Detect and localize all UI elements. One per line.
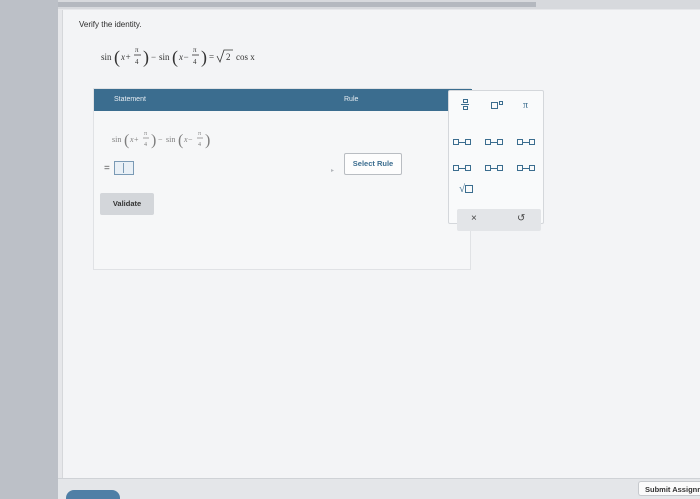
- relation-key-3[interactable]: [517, 137, 535, 146]
- eq-pi-a: π: [135, 46, 139, 54]
- stmt-paren-open-b: (: [178, 132, 183, 149]
- rule-header: Rule: [344, 96, 359, 103]
- stmt-arg-b: x−: [183, 135, 193, 144]
- top-progress-bar: [58, 0, 700, 9]
- exponent-key[interactable]: [491, 101, 503, 110]
- statement-answer-input[interactable]: [114, 161, 134, 175]
- validate-button[interactable]: Validate: [100, 193, 154, 215]
- stmt-arg-a: x+: [129, 135, 139, 144]
- relation-key-2[interactable]: [485, 137, 503, 146]
- stmt-four-b: 4: [198, 142, 201, 148]
- math-keypad: π √ × ↺: [448, 90, 544, 231]
- stmt-minus: −: [158, 135, 163, 144]
- stmt-four-a: 4: [144, 142, 147, 148]
- eq-sin-a: sin: [101, 52, 112, 62]
- progress-fill: [58, 2, 536, 7]
- stmt-pi-b: π: [198, 131, 201, 137]
- footer-bar: Submit Assignment: [58, 478, 700, 499]
- eq-equals: =: [209, 52, 214, 62]
- stmt-paren-close-b: ): [205, 132, 210, 149]
- relation-key-4[interactable]: [453, 163, 471, 172]
- clear-icon[interactable]: ×: [471, 213, 477, 224]
- eq-minus: −: [151, 52, 156, 62]
- eq-paren-close-b: ): [201, 47, 207, 68]
- select-rule-button[interactable]: Select Rule: [344, 153, 402, 175]
- eq-paren-close-a: ): [143, 47, 149, 68]
- question-prompt: Verify the identity.: [79, 20, 142, 29]
- undo-icon[interactable]: ↺: [517, 213, 525, 224]
- relation-key-5[interactable]: [485, 163, 503, 172]
- eq-four-a: 4: [135, 58, 139, 66]
- submit-assignment-button[interactable]: Submit Assignment: [638, 481, 700, 496]
- fraction-key[interactable]: [461, 99, 469, 112]
- sqrt-key[interactable]: √: [459, 183, 474, 195]
- question-card: Verify the identity. sin ( x+ π 4 ) − si…: [62, 10, 700, 478]
- pi-key[interactable]: π: [523, 100, 528, 111]
- statement-equals-sign: =: [104, 163, 110, 174]
- proof-table: Statement Rule sin ( x+ π 4 ) − sin ( x−…: [93, 88, 472, 270]
- eq-cos: cos x: [236, 52, 255, 62]
- eq-sqrt-sign: [216, 49, 233, 64]
- relation-key-1[interactable]: [453, 137, 471, 146]
- statement-expression: sin ( x+ π 4 ) − sin ( x− π 4 ): [112, 131, 210, 149]
- relation-key-6[interactable]: [517, 163, 535, 172]
- eq-sqrt-arg: 2: [226, 52, 231, 62]
- proof-table-header: Statement Rule: [94, 89, 472, 111]
- stmt-sin-b: sin: [166, 135, 175, 144]
- continue-button[interactable]: [66, 490, 120, 499]
- rule-arrow-icon: ▸: [331, 168, 335, 174]
- eq-sin-b: sin: [159, 52, 170, 62]
- stmt-paren-open-a: (: [124, 132, 129, 149]
- eq-arg-b: x−: [178, 52, 189, 62]
- eq-pi-b: π: [193, 46, 197, 54]
- stmt-paren-close-a: ): [151, 132, 156, 149]
- eq-four-b: 4: [193, 58, 197, 66]
- eq-paren-open-a: (: [114, 47, 120, 68]
- eq-arg-a: x+: [120, 52, 131, 62]
- statement-header: Statement: [114, 96, 146, 103]
- eq-paren-open-b: (: [172, 47, 178, 68]
- keypad-action-row: × ↺: [457, 209, 541, 231]
- stmt-pi-a: π: [144, 131, 147, 137]
- stmt-sin-a: sin: [112, 135, 121, 144]
- left-sidebar-strip: [0, 0, 58, 499]
- identity-equation: sin ( x+ π 4 ) − sin ( x− π 4 ) = 2 cos …: [101, 46, 255, 68]
